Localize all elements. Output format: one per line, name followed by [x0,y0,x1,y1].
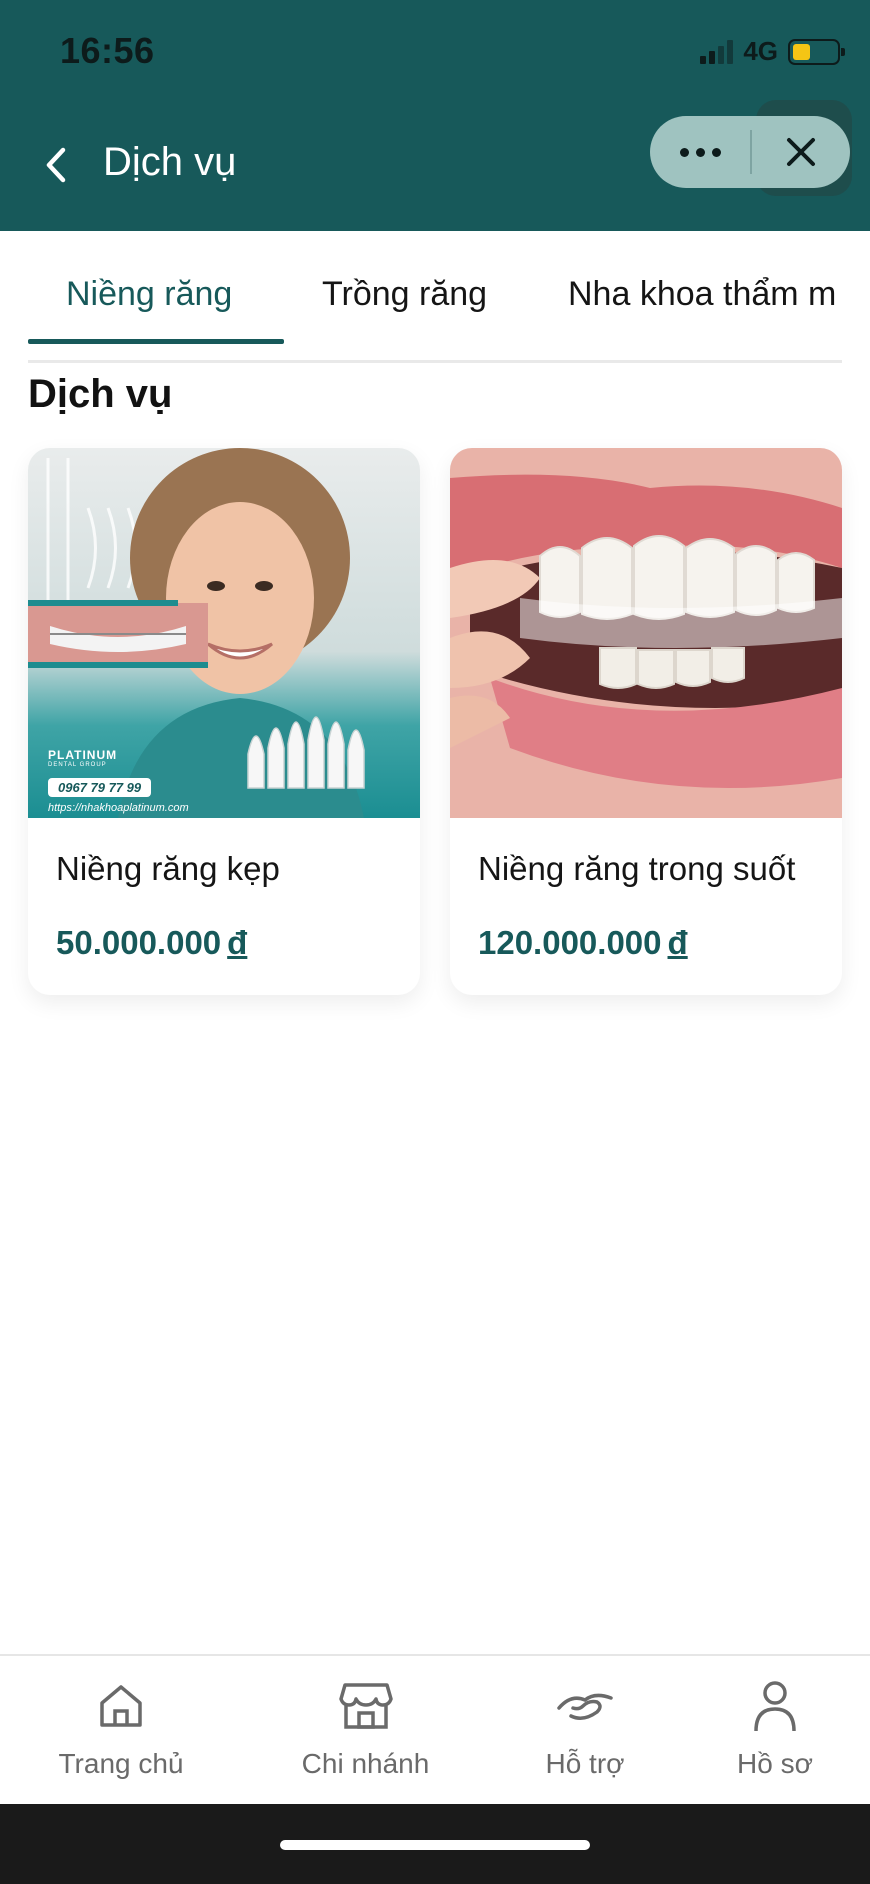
store-icon [336,1676,396,1736]
service-price: 50.000.000 đ [56,924,248,961]
website-url: https://nhakhoaplatinum.com [48,802,189,814]
network-type: 4G [743,36,778,66]
mini-app-capsule [650,116,850,188]
battery-icon [788,38,845,65]
home-indicator[interactable] [280,1840,590,1850]
service-name: Niềng răng kẹp [56,850,280,887]
nav-item-support[interactable]: Hỗ trợ [535,1676,635,1780]
bottom-navigation: Trang chủ Chi nhánh Hỗ trợ Hồ sơ [0,1654,870,1804]
page-title: Dịch vụ [103,140,237,184]
service-card[interactable]: PLATINUM DENTAL GROUP 0967 79 77 99 http… [28,448,420,995]
nav-item-profile[interactable]: Hồ sơ [725,1676,825,1780]
back-button[interactable] [36,140,76,190]
signal-icon [700,39,734,64]
brand-logo: PLATINUM DENTAL GROUP [48,748,118,768]
tab-trong-rang[interactable]: Trồng răng [322,275,487,314]
close-button[interactable] [752,116,850,188]
nav-item-home[interactable]: Trang chủ [56,1676,186,1780]
nav-label: Hỗ trợ [545,1748,625,1779]
nav-label: Hồ sơ [737,1748,813,1779]
service-name: Niềng răng trong suốt [478,850,796,887]
nav-item-branch[interactable]: Chi nhánh [298,1676,433,1780]
handshake-icon [555,1676,615,1736]
phone-badge: 0967 79 77 99 [48,778,152,797]
nav-label: Trang chủ [58,1748,184,1779]
service-image [450,448,842,818]
service-card[interactable]: Niềng răng trong suốt 120.000.000 đ [450,448,842,995]
tab-nha-khoa-tham-my[interactable]: Nha khoa thẩm m [568,275,836,314]
app-header: 16:56 4G Dịch vụ [0,0,870,231]
category-tabs: Niềng răng Trồng răng Nha khoa thẩm m [28,231,842,363]
close-icon [787,138,815,166]
home-indicator-area [0,1804,870,1884]
nav-label: Chi nhánh [301,1748,430,1779]
section-title: Dịch vụ [28,372,173,416]
profile-icon [745,1676,805,1736]
service-price: 120.000.000 đ [478,924,688,961]
more-button[interactable] [650,116,750,188]
service-image: PLATINUM DENTAL GROUP 0967 79 77 99 http… [28,448,420,818]
chevron-left-icon [46,147,66,183]
more-dots-icon [679,147,689,157]
tab-nieng-rang[interactable]: Niềng răng [66,275,232,314]
active-tab-indicator [28,339,284,344]
home-icon [91,1676,151,1736]
status-time: 16:56 [60,30,155,71]
status-indicators: 4G [700,36,845,67]
